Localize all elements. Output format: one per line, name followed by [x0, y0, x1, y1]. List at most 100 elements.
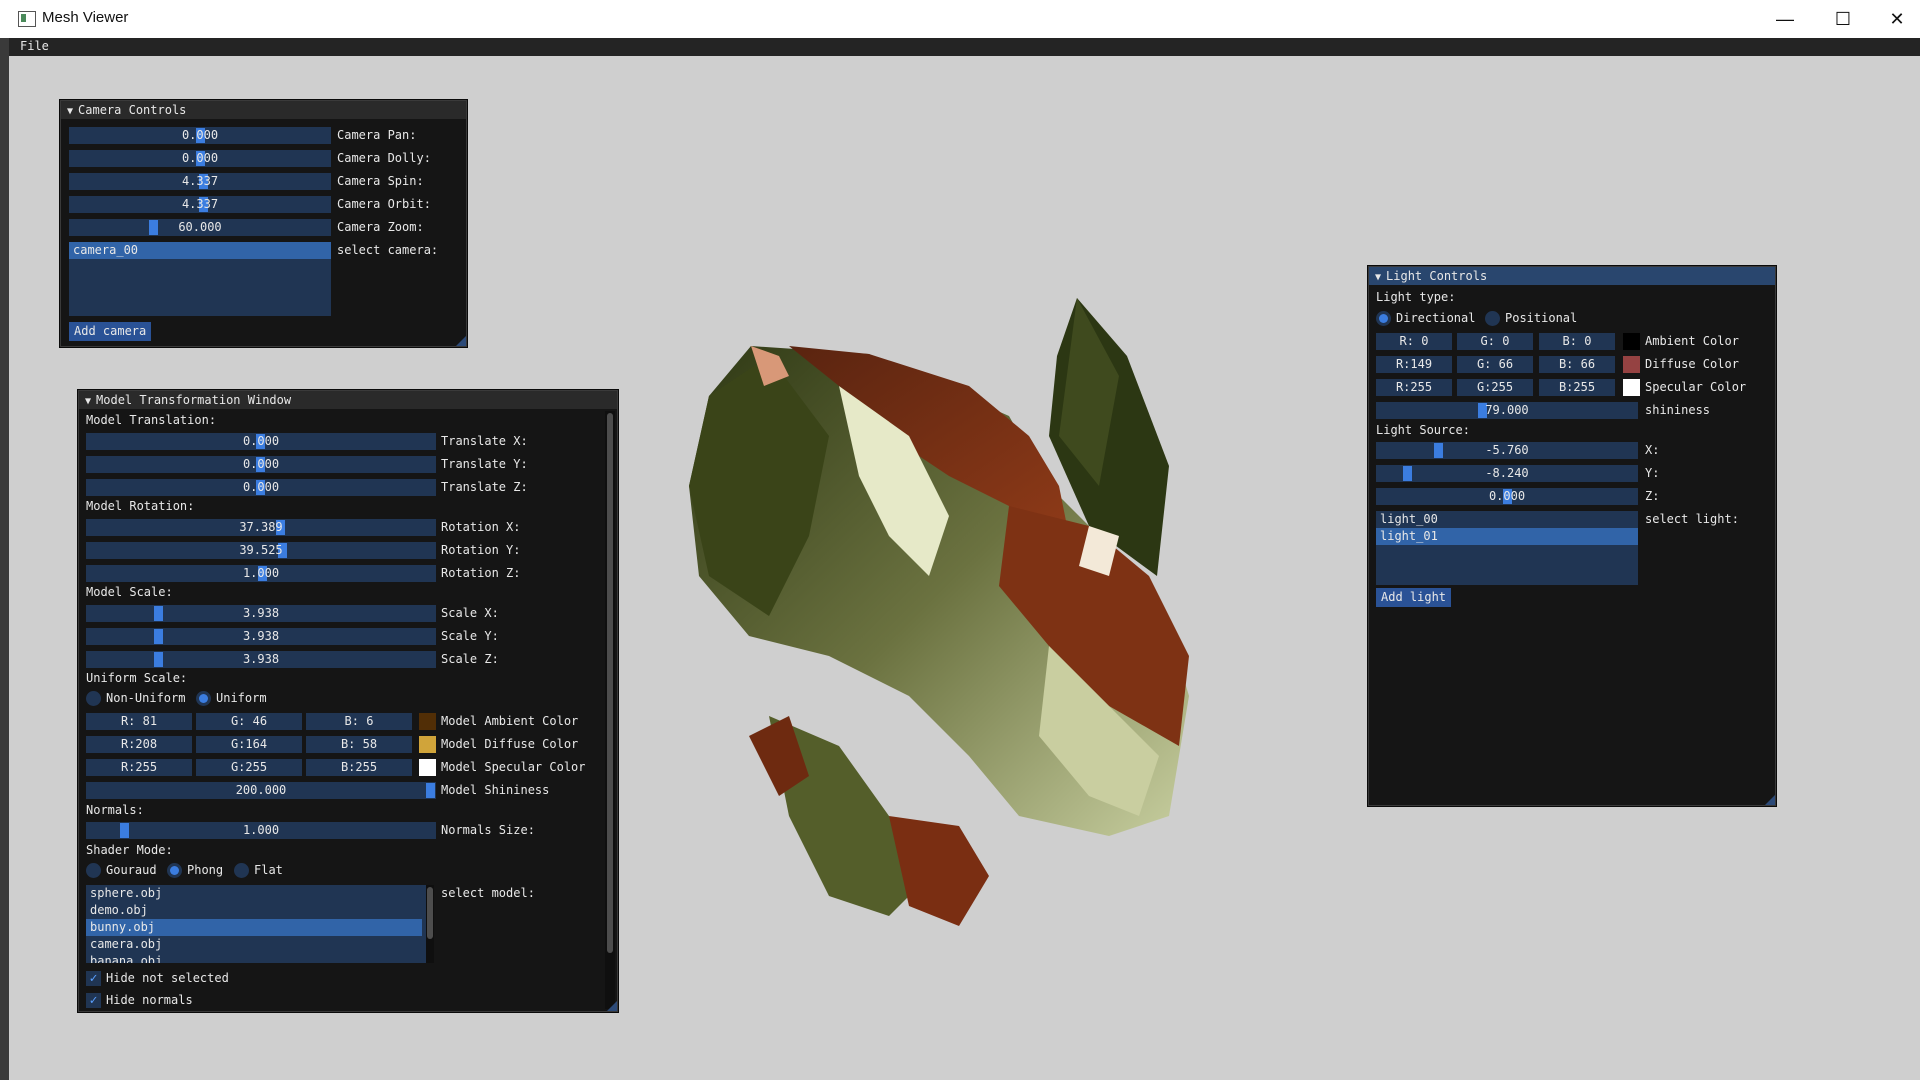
- model-list-scrollbar[interactable]: [426, 885, 434, 963]
- light-shininess-slider[interactable]: 79.000: [1376, 402, 1638, 419]
- light-specular-label: Specular Color: [1645, 380, 1747, 394]
- shader-flat-radio[interactable]: [234, 863, 249, 878]
- model-specular-g[interactable]: G:255: [196, 759, 302, 776]
- select-model-label: select model:: [441, 886, 535, 900]
- uniform-scale-header: Uniform Scale:: [86, 671, 188, 685]
- model-diffuse-swatch[interactable]: [419, 736, 436, 753]
- check-icon[interactable]: ✓: [86, 993, 101, 1008]
- model-ambient-b[interactable]: B: 6: [306, 713, 412, 730]
- light-x-slider[interactable]: -5.760: [1376, 442, 1638, 459]
- scale-y-slider[interactable]: 3.938: [86, 628, 436, 645]
- shader-phong-radio[interactable]: [167, 863, 182, 878]
- light-y-slider[interactable]: -8.240: [1376, 465, 1638, 482]
- light-controls-titlebar[interactable]: ▼ Light Controls: [1369, 267, 1775, 285]
- scale-z-slider[interactable]: 3.938: [86, 651, 436, 668]
- light-ambient-swatch[interactable]: [1623, 333, 1640, 350]
- light-specular-swatch[interactable]: [1623, 379, 1640, 396]
- shader-flat-label: Flat: [254, 863, 283, 877]
- shader-mode-header: Shader Mode:: [86, 843, 173, 857]
- model-shininess-slider[interactable]: 200.000: [86, 782, 436, 799]
- minimize-button[interactable]: —: [1762, 0, 1808, 38]
- camera-orbit-slider[interactable]: 4.337: [69, 196, 331, 213]
- camera-list-item[interactable]: camera_00: [69, 242, 331, 259]
- model-specular-swatch[interactable]: [419, 759, 436, 776]
- resize-grip[interactable]: [607, 1001, 617, 1011]
- menu-file[interactable]: File: [20, 39, 49, 53]
- model-list-item[interactable]: bunny.obj: [86, 919, 422, 936]
- check-icon[interactable]: ✓: [86, 971, 101, 986]
- model-window-scrollbar[interactable]: [605, 411, 615, 1009]
- non-uniform-radio[interactable]: [86, 691, 101, 706]
- uniform-label: Uniform: [216, 691, 267, 705]
- model-transformation-window[interactable]: ▼ Model Transformation Window Model Trans…: [78, 390, 618, 1012]
- light-ambient-b[interactable]: B: 0: [1539, 333, 1615, 350]
- add-camera-button[interactable]: Add camera: [69, 322, 152, 341]
- light-ambient-r[interactable]: R: 0: [1376, 333, 1452, 350]
- model-list-item[interactable]: sphere.obj: [86, 885, 422, 902]
- rotation-z-slider[interactable]: 1.000: [86, 565, 436, 582]
- camera-controls-window[interactable]: ▼ Camera Controls 0.000 Camera Pan: 0.000…: [60, 100, 467, 347]
- add-light-button[interactable]: Add light: [1376, 588, 1452, 607]
- translate-y-slider[interactable]: 0.000: [86, 456, 436, 473]
- translate-z-slider[interactable]: 0.000: [86, 479, 436, 496]
- light-specular-r[interactable]: R:255: [1376, 379, 1452, 396]
- model-diffuse-g[interactable]: G:164: [196, 736, 302, 753]
- camera-controls-title: Camera Controls: [78, 103, 187, 117]
- light-controls-window[interactable]: ▼ Light Controls Light type: Directional …: [1368, 266, 1776, 806]
- light-list-item[interactable]: light_00: [1376, 511, 1638, 528]
- light-diffuse-b[interactable]: B: 66: [1539, 356, 1615, 373]
- model-list-item[interactable]: camera.obj: [86, 936, 422, 953]
- model-ambient-g[interactable]: G: 46: [196, 713, 302, 730]
- model-specular-label: Model Specular Color: [441, 760, 586, 774]
- scale-x-slider[interactable]: 3.938: [86, 605, 436, 622]
- rotation-y-slider[interactable]: 39.525: [86, 542, 436, 559]
- triangle-down-icon[interactable]: ▼: [1375, 269, 1381, 287]
- light-ambient-g[interactable]: G: 0: [1457, 333, 1533, 350]
- light-diffuse-g[interactable]: G: 66: [1457, 356, 1533, 373]
- model-rotation-header: Model Rotation:: [86, 499, 195, 513]
- scale-y-label: Scale Y:: [441, 629, 499, 643]
- camera-pan-slider[interactable]: 0.000: [69, 127, 331, 144]
- close-button[interactable]: ✕: [1874, 0, 1920, 38]
- camera-spin-slider[interactable]: 4.337: [69, 173, 331, 190]
- light-list[interactable]: light_00 light_01: [1376, 511, 1638, 585]
- resize-grip[interactable]: [456, 336, 466, 346]
- light-z-label: Z:: [1645, 489, 1660, 503]
- light-diffuse-swatch[interactable]: [1623, 356, 1640, 373]
- light-specular-g[interactable]: G:255: [1457, 379, 1533, 396]
- model-ambient-r[interactable]: R: 81: [86, 713, 192, 730]
- translate-x-slider[interactable]: 0.000: [86, 433, 436, 450]
- positional-radio[interactable]: [1485, 311, 1500, 326]
- light-z-slider[interactable]: 0.000: [1376, 488, 1638, 505]
- light-source-header: Light Source:: [1376, 423, 1470, 437]
- model-window-titlebar[interactable]: ▼ Model Transformation Window: [79, 391, 617, 409]
- directional-radio[interactable]: [1376, 311, 1391, 326]
- shader-gouraud-radio[interactable]: [86, 863, 101, 878]
- resize-grip[interactable]: [1765, 795, 1775, 805]
- camera-zoom-slider[interactable]: 60.000: [69, 219, 331, 236]
- camera-dolly-slider[interactable]: 0.000: [69, 150, 331, 167]
- camera-controls-titlebar[interactable]: ▼ Camera Controls: [61, 101, 466, 119]
- shader-phong-label: Phong: [187, 863, 224, 877]
- model-specular-b[interactable]: B:255: [306, 759, 412, 776]
- translate-y-label: Translate Y:: [441, 457, 528, 471]
- model-list-item[interactable]: demo.obj: [86, 902, 422, 919]
- normals-size-slider[interactable]: 1.000: [86, 822, 436, 839]
- light-specular-b[interactable]: B:255: [1539, 379, 1615, 396]
- camera-list[interactable]: camera_00: [69, 242, 331, 316]
- model-diffuse-b[interactable]: B: 58: [306, 736, 412, 753]
- hide-normals-label: Hide normals: [106, 993, 193, 1007]
- model-list-item[interactable]: banana.obj: [86, 953, 422, 963]
- rotation-x-slider[interactable]: 37.389: [86, 519, 436, 536]
- model-list[interactable]: sphere.obj demo.obj bunny.obj camera.obj…: [86, 885, 434, 963]
- maximize-button[interactable]: ☐: [1820, 0, 1866, 38]
- triangle-down-icon[interactable]: ▼: [67, 103, 73, 121]
- model-ambient-swatch[interactable]: [419, 713, 436, 730]
- light-controls-title: Light Controls: [1386, 269, 1488, 283]
- triangle-down-icon[interactable]: ▼: [85, 393, 91, 411]
- model-diffuse-r[interactable]: R:208: [86, 736, 192, 753]
- light-diffuse-r[interactable]: R:149: [1376, 356, 1452, 373]
- model-specular-r[interactable]: R:255: [86, 759, 192, 776]
- light-list-item[interactable]: light_01: [1376, 528, 1638, 545]
- uniform-radio[interactable]: [196, 691, 211, 706]
